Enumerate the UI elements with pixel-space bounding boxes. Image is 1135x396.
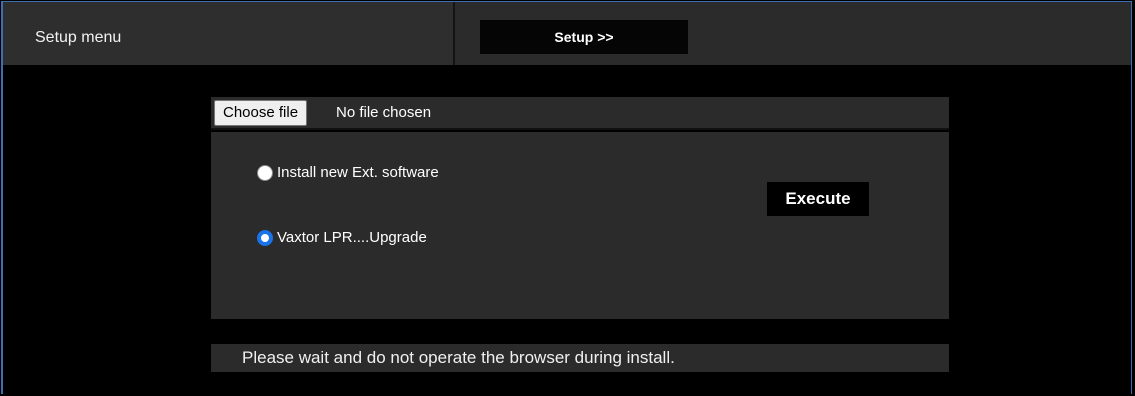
setup-button[interactable]: Setup >> [480,20,688,54]
radio-install-new-ext-software[interactable]: Install new Ext. software [257,164,439,181]
install-notice-bar: Please wait and do not operate the brows… [211,344,949,372]
setup-menu-title: Setup menu [35,29,122,46]
radio-checked-icon[interactable] [257,229,273,246]
file-status-text: No file chosen [336,104,432,121]
radio-unchecked-icon[interactable] [257,164,273,181]
radio-label-install: Install new Ext. software [277,164,439,181]
header-bar: Setup menu Setup >> [3,2,1131,65]
options-panel: Install new Ext. software Vaxtor LPR....… [211,132,949,319]
header-title-cell: Setup menu [3,2,455,65]
radio-label-vaxtor: Vaxtor LPR....Upgrade [277,229,427,246]
radio-vaxtor-lpr-upgrade[interactable]: Vaxtor LPR....Upgrade [257,229,427,246]
install-notice-text: Please wait and do not operate the brows… [242,348,675,367]
execute-button[interactable]: Execute [767,182,869,216]
file-upload-row: Choose file No file chosen [211,97,949,130]
choose-file-button[interactable]: Choose file [214,100,308,126]
